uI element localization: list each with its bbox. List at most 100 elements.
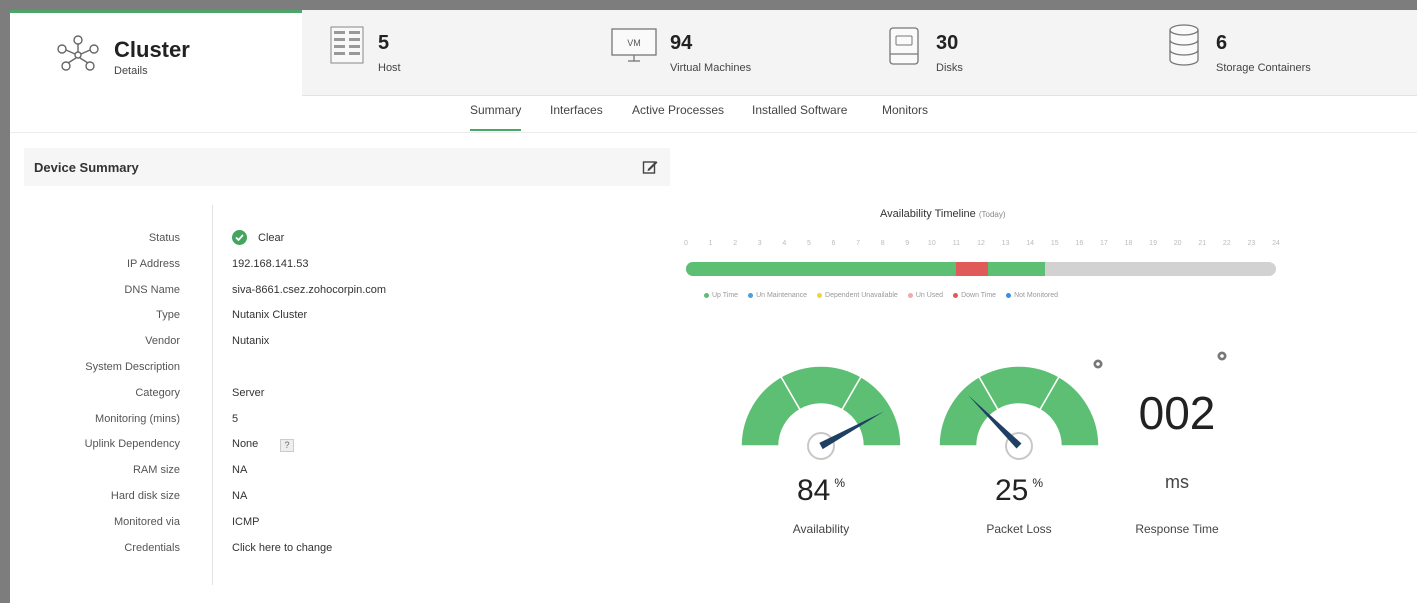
device-summary-title: Device Summary [34, 160, 139, 175]
response-time-value: 002 [1138, 387, 1216, 439]
legend-item: Down Time [953, 292, 996, 299]
response-time-label: Response Time [1135, 522, 1219, 536]
hour-tick-label: 15 [1050, 240, 1059, 247]
summary-value: 192.168.141.53 [232, 257, 309, 270]
gear-icon[interactable] [1216, 350, 1228, 362]
availability-label: Availability [792, 522, 850, 536]
legend-swatch [748, 292, 754, 298]
summary-value: ICMP [232, 515, 260, 528]
summary-row: IP Address 192.168.141.53 [0, 258, 660, 278]
summary-key: System Description [85, 361, 180, 373]
packet-loss-label: Packet Loss [986, 522, 1052, 536]
timeline-legend: Up Time Un Maintenance Dependent Unavailab… [704, 292, 1068, 299]
summary-key: Type [156, 309, 180, 322]
hour-tick-label: 13 [1001, 240, 1010, 247]
gear-icon[interactable] [1092, 358, 1104, 370]
summary-value: Clear [258, 232, 285, 244]
hour-tick-label: 12 [977, 240, 985, 247]
hour-tick-label: 14 [1026, 240, 1035, 247]
hour-tick-label: 9 [905, 240, 910, 247]
summary-value: NA [232, 490, 248, 502]
hour-tick-label: 22 [1222, 240, 1231, 247]
summary-row: Type Nutanix Cluster [0, 309, 660, 329]
summary-row: DNS Name siva-8661.csez.zohocorpin.com [0, 284, 660, 304]
summary-key: Status [148, 232, 180, 244]
timeline-title: Availability Timeline [880, 208, 976, 220]
stat-cluster[interactable]: Cluster Details [10, 10, 302, 97]
summary-row: Credentials Click here to change [0, 542, 660, 562]
legend-label: Un Used [915, 292, 944, 299]
tab-installed-software[interactable]: Installed Software [752, 103, 847, 117]
packet-loss-unit: % [1032, 476, 1044, 490]
summary-value: 5 [232, 412, 239, 425]
legend-swatch [907, 292, 913, 298]
summary-value: Nutanix Cluster [232, 309, 308, 322]
disk-label: Disks [936, 62, 963, 74]
vm-badge: VM [627, 38, 641, 48]
credentials-link[interactable]: Click here to change [232, 542, 332, 554]
cluster-subtitle: Details [114, 65, 148, 77]
summary-row: Vendor Nutanix [0, 335, 660, 355]
tab-monitors[interactable]: Monitors [882, 103, 928, 117]
summary-row: Status Clear [0, 230, 660, 252]
legend-item: Un Maintenance [748, 292, 807, 299]
summary-row: System Description [0, 361, 660, 381]
availability-value: 84 [796, 474, 831, 507]
summary-key: Vendor [145, 335, 180, 348]
tab-summary[interactable]: Summary [470, 103, 522, 131]
packet-loss-gauge: 25% Packet Loss [934, 359, 1104, 544]
hour-tick-label: 17 [1100, 240, 1108, 247]
summary-row: Monitored via ICMP [0, 516, 660, 536]
tab-interfaces[interactable]: Interfaces [550, 103, 603, 117]
hour-tick-label: 11 [952, 240, 961, 247]
cluster-title: Cluster [114, 37, 190, 62]
hour-tick-label: 21 [1198, 240, 1207, 247]
hour-tick-label: 3 [757, 240, 762, 247]
legend-label: Un Maintenance [756, 292, 808, 299]
tabs-divider [10, 132, 1417, 133]
hour-tick-label: 23 [1247, 240, 1256, 247]
timeline-segment-up[interactable] [988, 262, 1045, 276]
summary-value: Server [232, 386, 265, 399]
response-time-unit: ms [1165, 472, 1189, 492]
summary-row: Hard disk size NA [0, 490, 660, 510]
legend-label: Up Time [712, 292, 739, 299]
summary-key: Monitored via [113, 515, 180, 528]
availability-timeline-bar[interactable] [686, 262, 1276, 276]
host-icon [330, 26, 364, 64]
packet-loss-value: 25 [994, 474, 1029, 507]
summary-key: Uplink Dependency [84, 438, 180, 451]
summary-row: Category Server [0, 387, 660, 407]
status-check-icon [232, 230, 247, 245]
legend-item: Not Monitored [1006, 292, 1058, 299]
vm-icon: VM [611, 28, 657, 62]
storage-label: Storage Containers [1216, 62, 1311, 74]
legend-item: Up Time [704, 292, 738, 299]
help-icon[interactable]: ? [280, 439, 294, 453]
summary-value: Nutanix [232, 335, 270, 348]
timeline-hours: 0 1 2 3 4 5 6 7 8 9 10 11 12 13 14 15 16 17 18 19 20 21 22 23 24 [684, 240, 1280, 252]
hour-tick-label: 2 [733, 240, 738, 247]
hour-tick-label: 19 [1149, 240, 1157, 247]
timeline-segment-up[interactable] [686, 262, 957, 276]
packet-loss-value-wrap: 25% [934, 474, 1104, 508]
host-count: 5 [378, 32, 390, 54]
stat-disks[interactable]: 30 Disks [886, 10, 1146, 96]
tab-active-processes[interactable]: Active Processes [632, 103, 724, 117]
availability-gauge: 84% Availability [736, 364, 906, 544]
device-summary-header: Device Summary [24, 148, 670, 186]
edit-icon[interactable] [642, 159, 658, 175]
timeline-segment-down[interactable] [956, 262, 989, 276]
availability-value-wrap: 84% [736, 474, 906, 508]
legend-swatch [704, 292, 709, 298]
stat-host[interactable]: 5 Host [328, 10, 608, 96]
summary-key: Hard disk size [110, 490, 180, 502]
summary-value: siva-8661.csez.zohocorpin.com [232, 283, 387, 296]
summary-row: Uplink Dependency None? [0, 438, 660, 458]
stat-storage-containers[interactable]: 6 Storage Containers [1166, 10, 1416, 96]
legend-item: Dependent Unavailable [817, 292, 898, 299]
hour-tick-label: 8 [880, 240, 885, 247]
stat-virtual-machines[interactable]: VM 94 Virtual Machines [610, 10, 870, 96]
disk-count: 30 [936, 32, 959, 54]
summary-key: Monitoring (mins) [95, 412, 180, 425]
